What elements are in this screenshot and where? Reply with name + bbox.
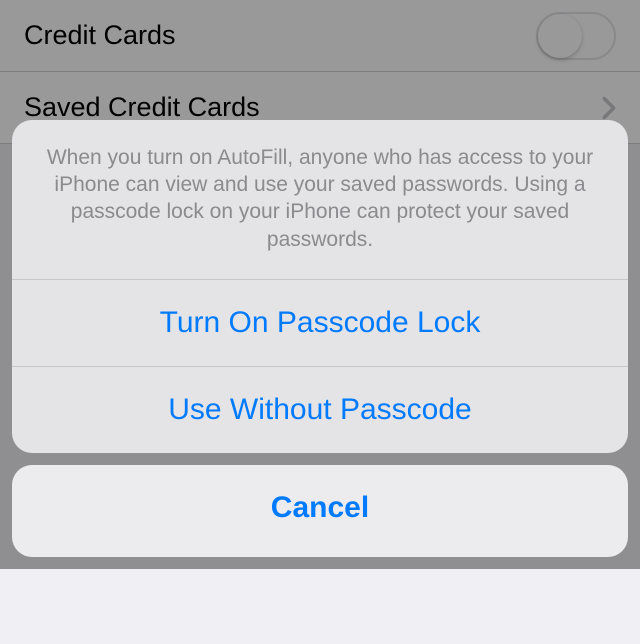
- turn-on-passcode-lock-button[interactable]: Turn On Passcode Lock: [12, 280, 628, 367]
- modal-overlay: When you turn on AutoFill, anyone who ha…: [0, 0, 640, 569]
- autofill-action-sheet: When you turn on AutoFill, anyone who ha…: [12, 120, 628, 453]
- use-without-passcode-button[interactable]: Use Without Passcode: [12, 367, 628, 453]
- action-sheet-message: When you turn on AutoFill, anyone who ha…: [12, 120, 628, 280]
- cancel-button[interactable]: Cancel: [12, 465, 628, 557]
